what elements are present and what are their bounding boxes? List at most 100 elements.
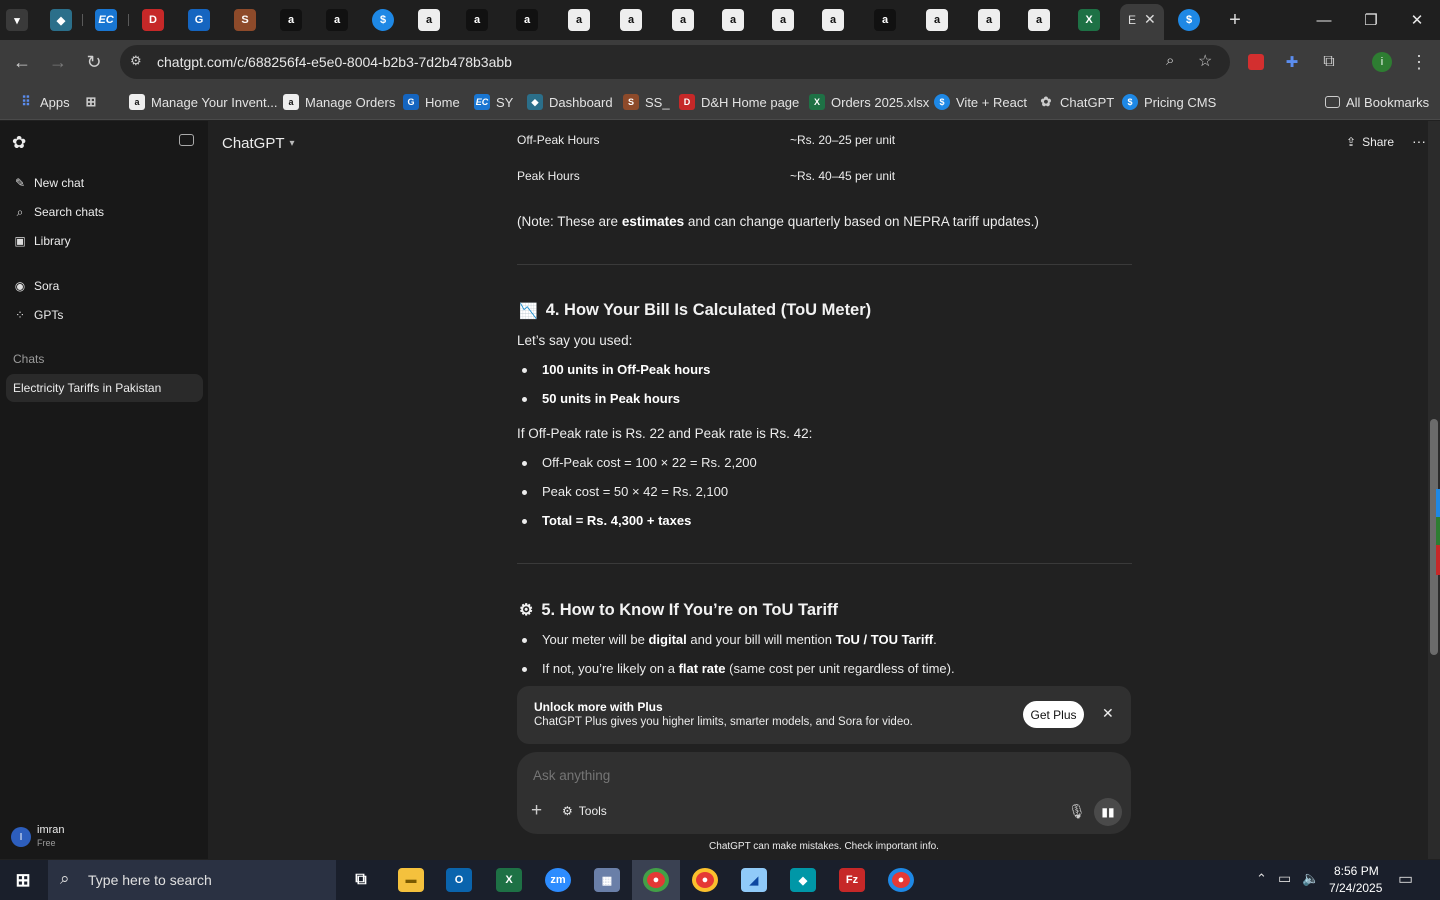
new-tab-icon[interactable]: +	[1224, 9, 1246, 31]
url-text[interactable]: chatgpt.com/c/688256f4-e5e0-8004-b2b3-7d…	[157, 54, 512, 70]
more-options-icon[interactable]: ···	[1412, 133, 1426, 149]
active-tab[interactable]: E ✕	[1120, 4, 1164, 40]
tab-favicon-amazon[interactable]: a	[722, 9, 744, 31]
windows-start-icon[interactable]: ⊞	[10, 868, 36, 892]
bookmark-home[interactable]: G Home	[403, 93, 460, 111]
tab-favicon-dashboard[interactable]: ◆	[50, 9, 72, 31]
gpts-button[interactable]: ⁘ GPTs	[14, 308, 63, 322]
bookmark-apps[interactable]: ⠿ Apps	[18, 93, 69, 111]
tab-favicon-amazon[interactable]: a	[326, 9, 348, 31]
sora-button[interactable]: ◉ Sora	[14, 279, 60, 293]
bookmark-dashboard[interactable]: ◆ Dashboard	[527, 93, 613, 111]
bookmark-vite-react[interactable]: $ Vite + React	[934, 93, 1027, 111]
zoom-app-icon[interactable]: zm	[545, 868, 571, 892]
share-button[interactable]: ⇪ Share	[1346, 135, 1394, 149]
extensions-puzzle-icon[interactable]: ⧉	[1315, 48, 1343, 76]
user-avatar[interactable]: I	[11, 827, 31, 847]
library-button[interactable]: ▣ Library	[14, 234, 70, 248]
filezilla-icon[interactable]: Fz	[839, 868, 865, 892]
bookmark-pricing-cms[interactable]: $ Pricing CMS	[1122, 93, 1216, 111]
task-view-icon[interactable]: ⧉	[348, 868, 374, 892]
tab-favicon-ss[interactable]: S	[234, 9, 256, 31]
microphone-icon[interactable]: 🎙	[1068, 803, 1086, 820]
minimize-icon[interactable]: —	[1306, 6, 1342, 34]
chrome-profile-icon[interactable]: ●	[692, 868, 718, 892]
user-name[interactable]: imran	[37, 824, 65, 836]
tab-favicon-pricing[interactable]: $	[372, 9, 394, 31]
bookmark-ss[interactable]: S SS_	[623, 93, 670, 111]
tab-favicon-pricing[interactable]: $	[1178, 9, 1200, 31]
browser-menu-icon[interactable]: ⋮	[1405, 48, 1433, 76]
taskbar-search-box[interactable]: ⌕ Type here to search	[48, 860, 336, 900]
bookmark-dh-home[interactable]: D D&H Home page	[679, 93, 799, 111]
bookmark-manage-orders[interactable]: a Manage Orders	[283, 93, 395, 111]
tab-favicon-amazon[interactable]: a	[822, 9, 844, 31]
forward-icon[interactable]: →	[44, 48, 72, 76]
show-hidden-icons-icon[interactable]: ⌃	[1256, 871, 1267, 887]
restore-icon[interactable]: ❐	[1353, 6, 1389, 34]
close-sidebar-icon[interactable]	[179, 134, 194, 146]
clock-time[interactable]: 8:56 PM	[1334, 864, 1379, 878]
chrome-alt-icon[interactable]: ●	[888, 868, 914, 892]
outlook-icon[interactable]: O	[446, 868, 472, 892]
file-explorer-icon[interactable]: ▬	[398, 868, 424, 892]
tab-favicon-amazon[interactable]: a	[672, 9, 694, 31]
tab-favicon-amazon[interactable]: a	[978, 9, 1000, 31]
tools-button[interactable]: ⚙ Tools	[562, 804, 607, 818]
tab-favicon-amazon[interactable]: a	[568, 9, 590, 31]
bookmark-manage-inventory[interactable]: a Manage Your Invent...	[129, 93, 277, 111]
tab-favicon-amazon[interactable]: a	[620, 9, 642, 31]
clock-date[interactable]: 7/24/2025	[1329, 881, 1382, 895]
folder-icon	[1325, 96, 1340, 108]
bookmark-star-icon[interactable]: ☆	[1198, 51, 1212, 71]
tab-favicon-excel[interactable]: X	[1078, 9, 1100, 31]
tab-favicon-amazon[interactable]: a	[516, 9, 538, 31]
new-chat-button[interactable]: ✎ New chat	[14, 176, 84, 190]
back-icon[interactable]: ←	[8, 48, 36, 76]
model-selector[interactable]: ChatGPT ▾	[222, 135, 295, 152]
all-bookmarks[interactable]: All Bookmarks	[1325, 93, 1429, 111]
network-icon[interactable]: ▭	[1278, 870, 1291, 887]
tab-favicon-amazon[interactable]: a	[874, 9, 896, 31]
profile-avatar-icon[interactable]: i	[1368, 48, 1396, 76]
zoom-icon[interactable]: ⌕	[1166, 52, 1174, 69]
tab-favicon-amazon[interactable]: a	[418, 9, 440, 31]
tab-favicon-home[interactable]: G	[188, 9, 210, 31]
notifications-icon[interactable]: ▭	[1398, 869, 1413, 889]
calculator-icon[interactable]: ▦	[594, 868, 620, 892]
search-chats-button[interactable]: ⌕ Search chats	[14, 205, 104, 220]
bookmark-label: Pricing CMS	[1144, 94, 1217, 110]
chrome-icon[interactable]: ●	[643, 868, 669, 892]
app-icon-blue[interactable]: ◢	[741, 868, 767, 892]
bookmark-chatgpt[interactable]: ✿ ChatGPT	[1038, 93, 1115, 111]
tab-favicon-dh[interactable]: D	[142, 9, 164, 31]
prompt-input[interactable]	[533, 764, 1093, 786]
volume-icon[interactable]: 🔈	[1302, 870, 1319, 887]
close-icon[interactable]: ✕	[1102, 705, 1114, 722]
chat-history-item[interactable]: Electricity Tariffs in Pakistan	[6, 374, 203, 402]
tab-favicon-amazon[interactable]: a	[280, 9, 302, 31]
add-attachment-icon[interactable]: +	[531, 800, 542, 822]
voice-mode-icon[interactable]: ▮▮	[1094, 798, 1122, 826]
site-info-icon[interactable]: ⚙	[130, 53, 142, 69]
tab-search-icon[interactable]: ▾	[6, 9, 28, 31]
extension-blue-icon[interactable]: ✚	[1278, 48, 1306, 76]
tab-favicon-amazon[interactable]: a	[466, 9, 488, 31]
extension-red-icon[interactable]	[1242, 48, 1270, 76]
bookmark-orders-xlsx[interactable]: X Orders 2025.xlsx	[809, 93, 929, 111]
get-plus-button[interactable]: Get Plus	[1023, 701, 1084, 728]
bookmark-tab-groups[interactable]: ⊞	[83, 93, 99, 111]
app-icon-diamond[interactable]: ◆	[790, 868, 816, 892]
bookmark-sy[interactable]: EC SY	[474, 93, 513, 111]
tab-favicon-amazon[interactable]: a	[772, 9, 794, 31]
bookmark-label: Manage Orders	[305, 94, 396, 110]
openai-logo-icon[interactable]: ✿	[12, 133, 26, 153]
tab-close-icon[interactable]: ✕	[1144, 11, 1156, 28]
address-bar[interactable]: ⚙ chatgpt.com/c/688256f4-e5e0-8004-b2b3-…	[120, 45, 1230, 79]
tab-favicon-amazon[interactable]: a	[926, 9, 948, 31]
close-window-icon[interactable]: ✕	[1399, 6, 1435, 34]
excel-icon[interactable]: X	[496, 868, 522, 892]
tab-favicon-ec[interactable]: EC	[95, 9, 117, 31]
tab-favicon-amazon[interactable]: a	[1028, 9, 1050, 31]
reload-icon[interactable]: ↻	[80, 48, 108, 76]
